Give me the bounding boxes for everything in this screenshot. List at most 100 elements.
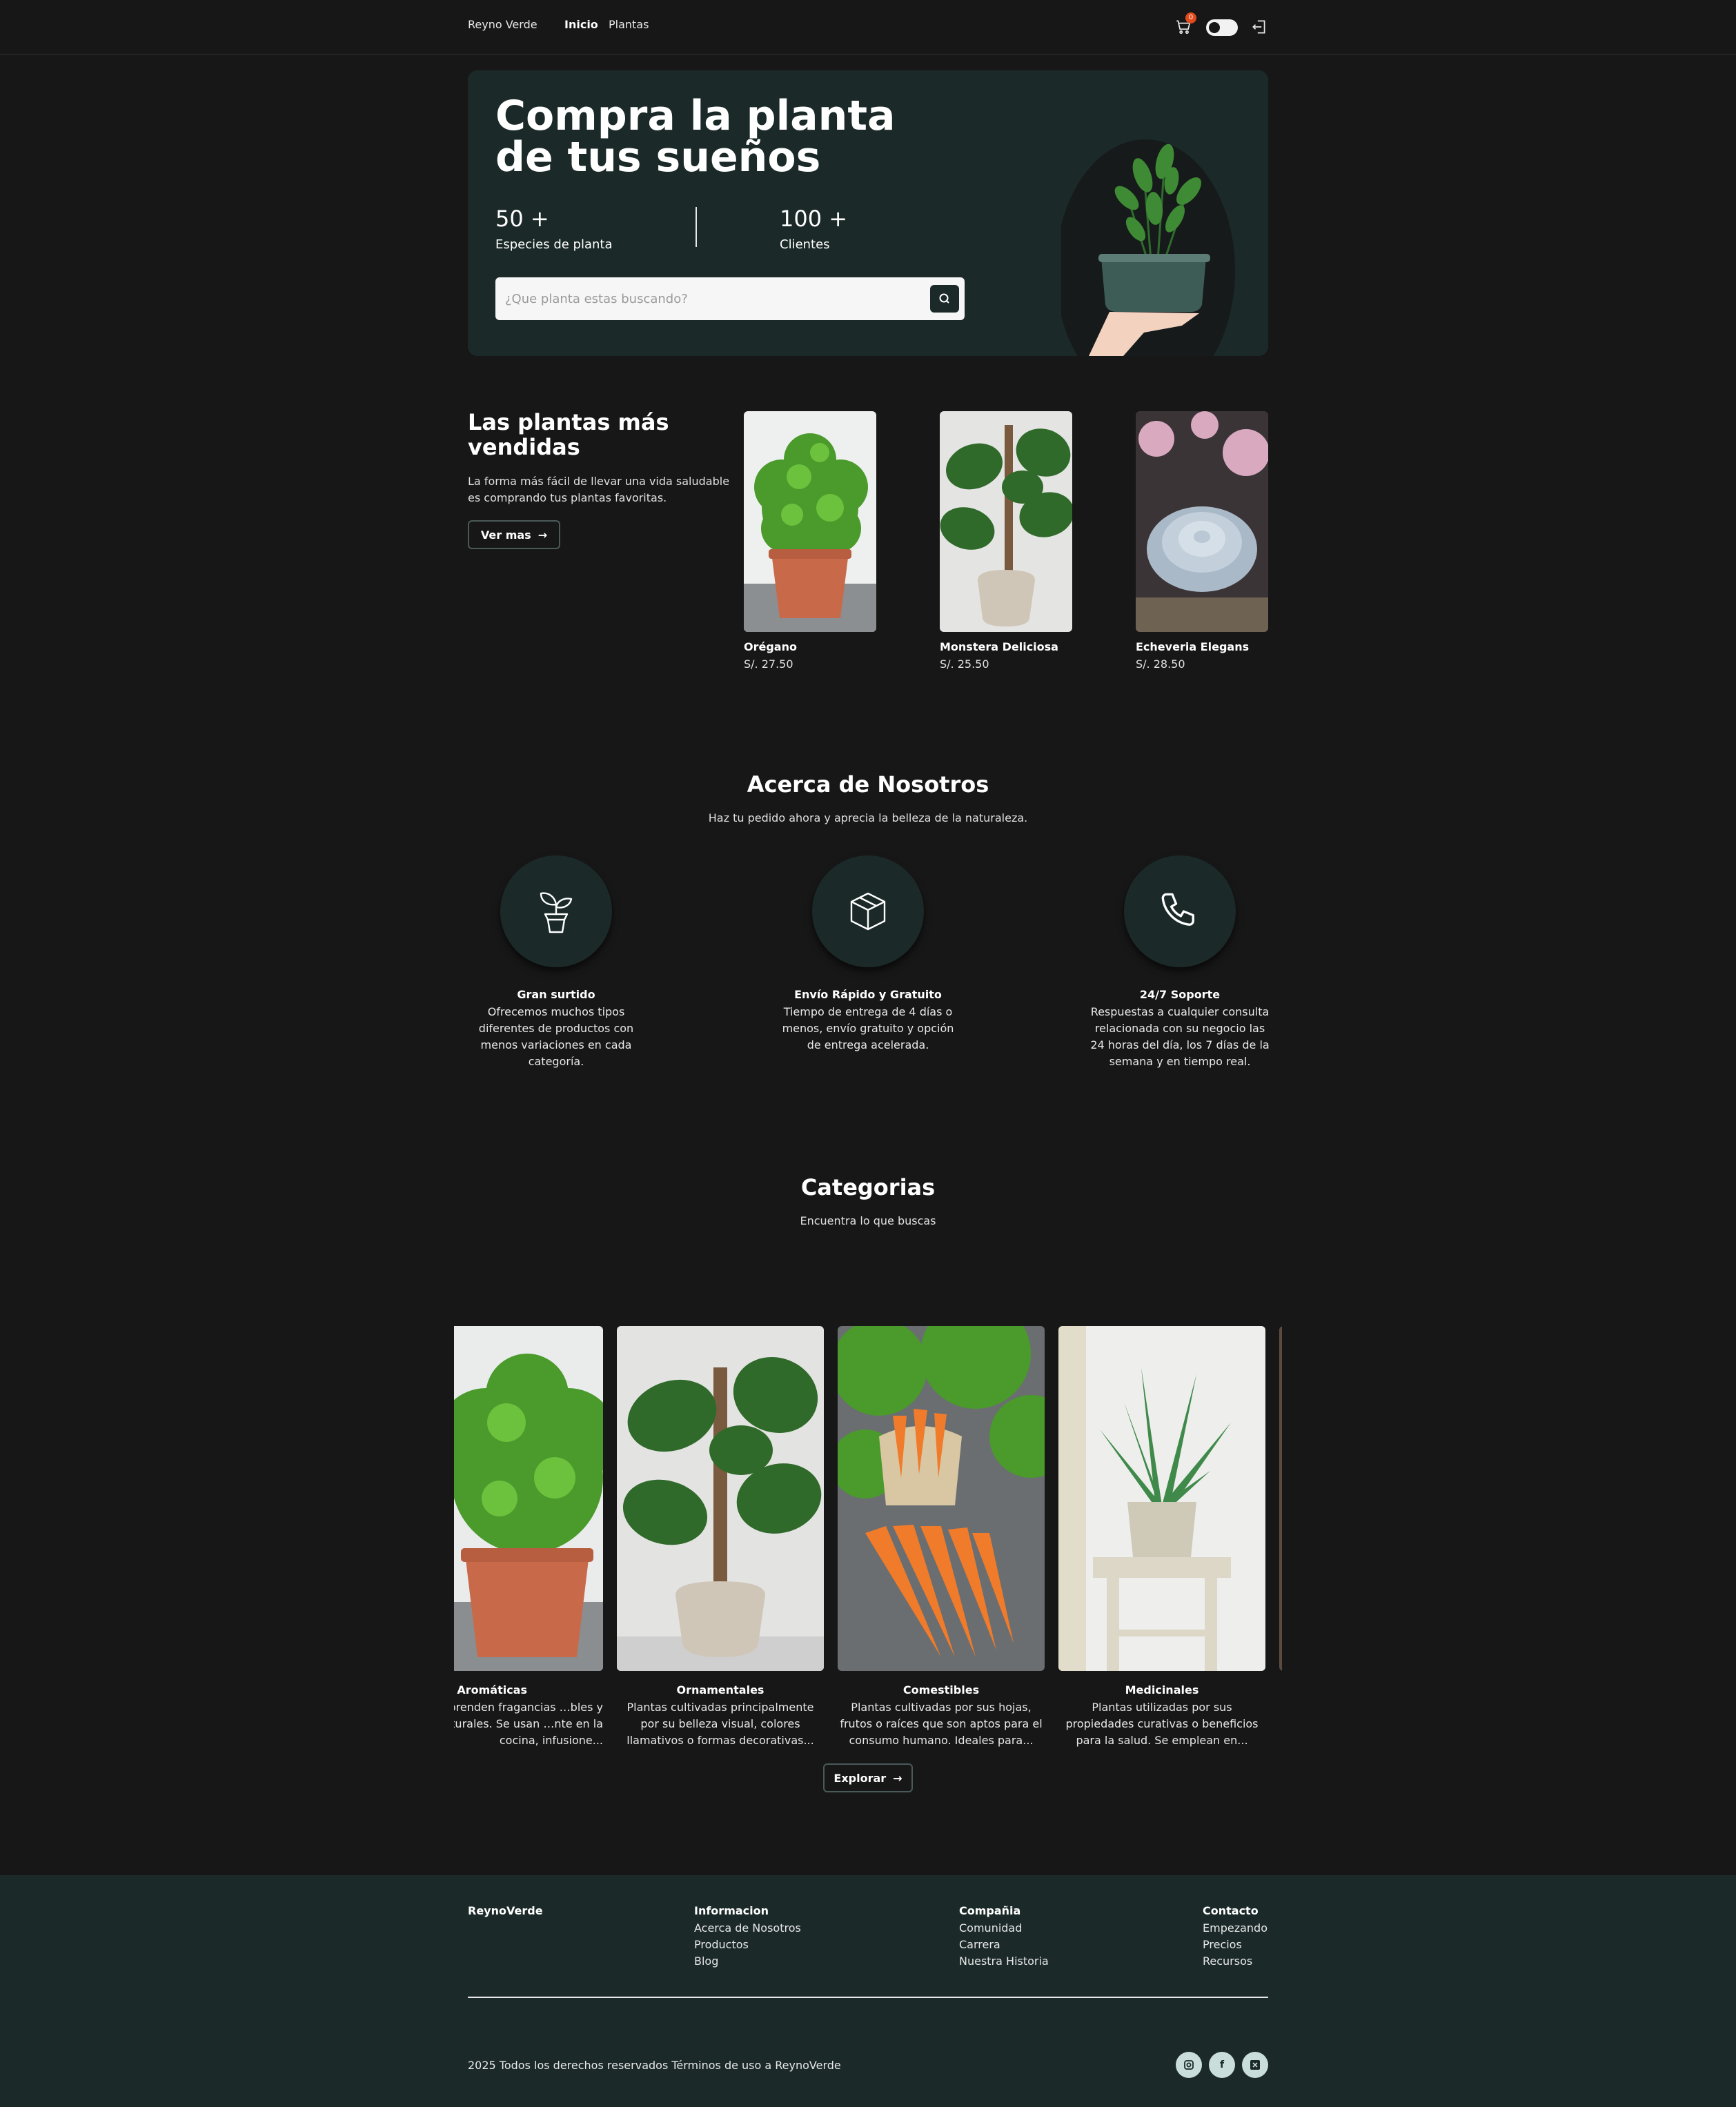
medicinales-image (1058, 1326, 1265, 1671)
bestsellers-description: La forma más fácil de llevar una vida sa… (468, 475, 730, 504)
stat-clients: 100 + Clientes (780, 206, 847, 252)
stat-value: 100 + (780, 206, 848, 232)
search-bar (495, 277, 965, 320)
instagram-icon[interactable] (1176, 2052, 1202, 2078)
categories-carousel[interactable]: Aromáticas …ue desprenden fragancias …bl… (454, 1326, 1282, 1747)
feature-icon-circle (812, 855, 924, 967)
brand-logo[interactable]: Reyno Verde (468, 18, 537, 31)
footer-column-compania: Compañia Comunidad Carrera Nuestra Histo… (959, 1904, 1049, 1970)
footer-link[interactable]: Carrera (959, 1937, 1049, 1953)
stat-divider (696, 207, 697, 247)
feature-description: Tiempo de entrega de 4 días o menos, env… (782, 1005, 954, 1051)
category-title: Medicinales (1125, 1683, 1199, 1697)
category-title: Ornamentales (676, 1683, 765, 1697)
explorar-button[interactable]: Explorar → (823, 1763, 913, 1792)
product-price: S/. 28.50 (1136, 657, 1185, 671)
theme-toggle[interactable] (1206, 19, 1238, 36)
logout-icon[interactable] (1250, 18, 1268, 36)
footer-heading: Compañia (959, 1904, 1021, 1917)
category-title: Aromáticas (457, 1683, 527, 1697)
nav-link-plantas[interactable]: Plantas (609, 18, 649, 31)
arrow-right-icon: → (537, 528, 548, 542)
footer-link[interactable]: Productos (694, 1937, 801, 1953)
category-card[interactable]: Comestibles Plantas cultivadas por sus h… (838, 1326, 1045, 1747)
footer-link[interactable]: Recursos (1203, 1953, 1268, 1970)
category-description: …ue desprenden fragancias …bles y natura… (454, 1701, 603, 1747)
about-subtitle: Haz tu pedido ahora y aprecia la belleza… (708, 811, 1028, 824)
next-category-peek (1279, 1326, 1282, 1671)
product-name: Echeveria Elegans (1136, 640, 1250, 653)
category-card-partial[interactable] (1279, 1326, 1282, 1671)
category-description: Plantas cultivadas principalmente por su… (627, 1701, 814, 1747)
bestsellers-title: Las plantas más vendidas (468, 409, 669, 460)
footer-link[interactable]: Nuestra Historia (959, 1953, 1049, 1970)
toggle-knob (1209, 22, 1220, 33)
footer-column-contacto: Contacto Empezando Precios Recursos (1203, 1904, 1268, 1970)
footer-link[interactable]: Comunidad (959, 1920, 1049, 1937)
product-card[interactable]: Monstera Deliciosa S/. 25.50 (940, 411, 1072, 671)
footer-link[interactable]: Blog (694, 1953, 801, 1970)
facebook-icon[interactable]: f (1209, 2052, 1235, 2078)
ver-mas-button[interactable]: Ver mas → (468, 520, 560, 549)
category-title: Comestibles (902, 1683, 980, 1697)
about-title: Acerca de Nosotros (747, 771, 989, 798)
feature-title: Envío Rápido y Gratuito (794, 988, 942, 1001)
stat-label: Clientes (780, 237, 830, 252)
oregano-image (744, 411, 876, 632)
feature-icon-circle (500, 855, 612, 967)
category-card[interactable]: Medicinales Plantas utilizadas por sus p… (1058, 1326, 1265, 1747)
navbar: Reyno Verde Inicio Plantas 0 (0, 0, 1736, 55)
footer-brand-name[interactable]: ReynoVerde (468, 1904, 543, 1917)
footer-column-informacion: Informacion Acerca de Nosotros Productos… (694, 1904, 801, 1970)
product-card[interactable]: Echeveria Elegans S/. 28.50 (1136, 411, 1268, 671)
product-name: Orégano (744, 640, 797, 653)
hero-plant-image (1061, 98, 1254, 356)
feature-description: Ofrecemos muchos tipos diferentes de pro… (478, 1005, 634, 1068)
arrow-right-icon: → (893, 1771, 902, 1785)
comestibles-image (838, 1326, 1045, 1671)
footer-link[interactable]: Empezando (1203, 1920, 1268, 1937)
cart-count-badge: 0 (1185, 12, 1196, 23)
categories-title: Categorias (800, 1174, 936, 1200)
nav-link-inicio[interactable]: Inicio (564, 18, 598, 31)
product-name: Monstera Deliciosa (940, 640, 1058, 653)
footer: ReynoVerde Informacion Acerca de Nosotro… (0, 1875, 1736, 2107)
stat-species: 50 + Especies de planta (495, 206, 613, 252)
aromaticas-image (454, 1326, 603, 1671)
copyright-text: 2025 Todos los derechos reservados Térmi… (468, 2059, 841, 2072)
x-icon[interactable] (1242, 2052, 1268, 2078)
product-card[interactable]: Orégano S/. 27.50 (744, 411, 876, 671)
category-description: Plantas utilizadas por sus propiedades c… (1065, 1701, 1259, 1747)
category-description: Plantas cultivadas por sus hojas, frutos… (840, 1701, 1043, 1747)
footer-divider (468, 1997, 1268, 1998)
search-input[interactable] (505, 284, 905, 313)
footer-link[interactable]: Acerca de Nosotros (694, 1920, 801, 1937)
feature-assortment: Gran surtido Ofrecemos muchos tipos dife… (466, 855, 646, 1070)
product-price: S/. 25.50 (940, 657, 989, 671)
ornamentales-image (617, 1326, 824, 1671)
footer-link[interactable]: Precios (1203, 1937, 1268, 1953)
hero-title: Compra la planta de tus sueños (495, 92, 896, 181)
feature-shipping: Envío Rápido y Gratuito Tiempo de entreg… (778, 855, 958, 1054)
button-label: Explorar (834, 1771, 887, 1785)
box-icon (850, 892, 886, 931)
navbar-inner: Reyno Verde Inicio Plantas 0 (468, 0, 1268, 55)
search-icon (939, 293, 949, 304)
monstera-image (940, 411, 1072, 632)
feature-title: 24/7 Soporte (1139, 988, 1221, 1001)
button-label: Ver mas (480, 528, 531, 542)
footer-brand: ReynoVerde (468, 1904, 543, 1920)
categories-subtitle: Encuentra lo que buscas (800, 1214, 936, 1227)
search-button[interactable] (930, 285, 959, 313)
product-price: S/. 27.50 (744, 657, 793, 671)
category-card[interactable]: Ornamentales Plantas cultivadas principa… (617, 1326, 824, 1747)
footer-heading: Contacto (1203, 1904, 1259, 1917)
feature-icon-circle (1124, 855, 1236, 967)
feature-description: Respuestas a cualquier consulta relacion… (1090, 1005, 1270, 1068)
plant-pot-icon (540, 892, 573, 933)
phone-icon (1161, 893, 1194, 926)
footer-heading: Informacion (694, 1904, 769, 1917)
category-card[interactable]: Aromáticas …ue desprenden fragancias …bl… (454, 1326, 603, 1747)
feature-support: 24/7 Soporte Respuestas a cualquier cons… (1090, 855, 1270, 1070)
stat-label: Especies de planta (495, 237, 613, 252)
